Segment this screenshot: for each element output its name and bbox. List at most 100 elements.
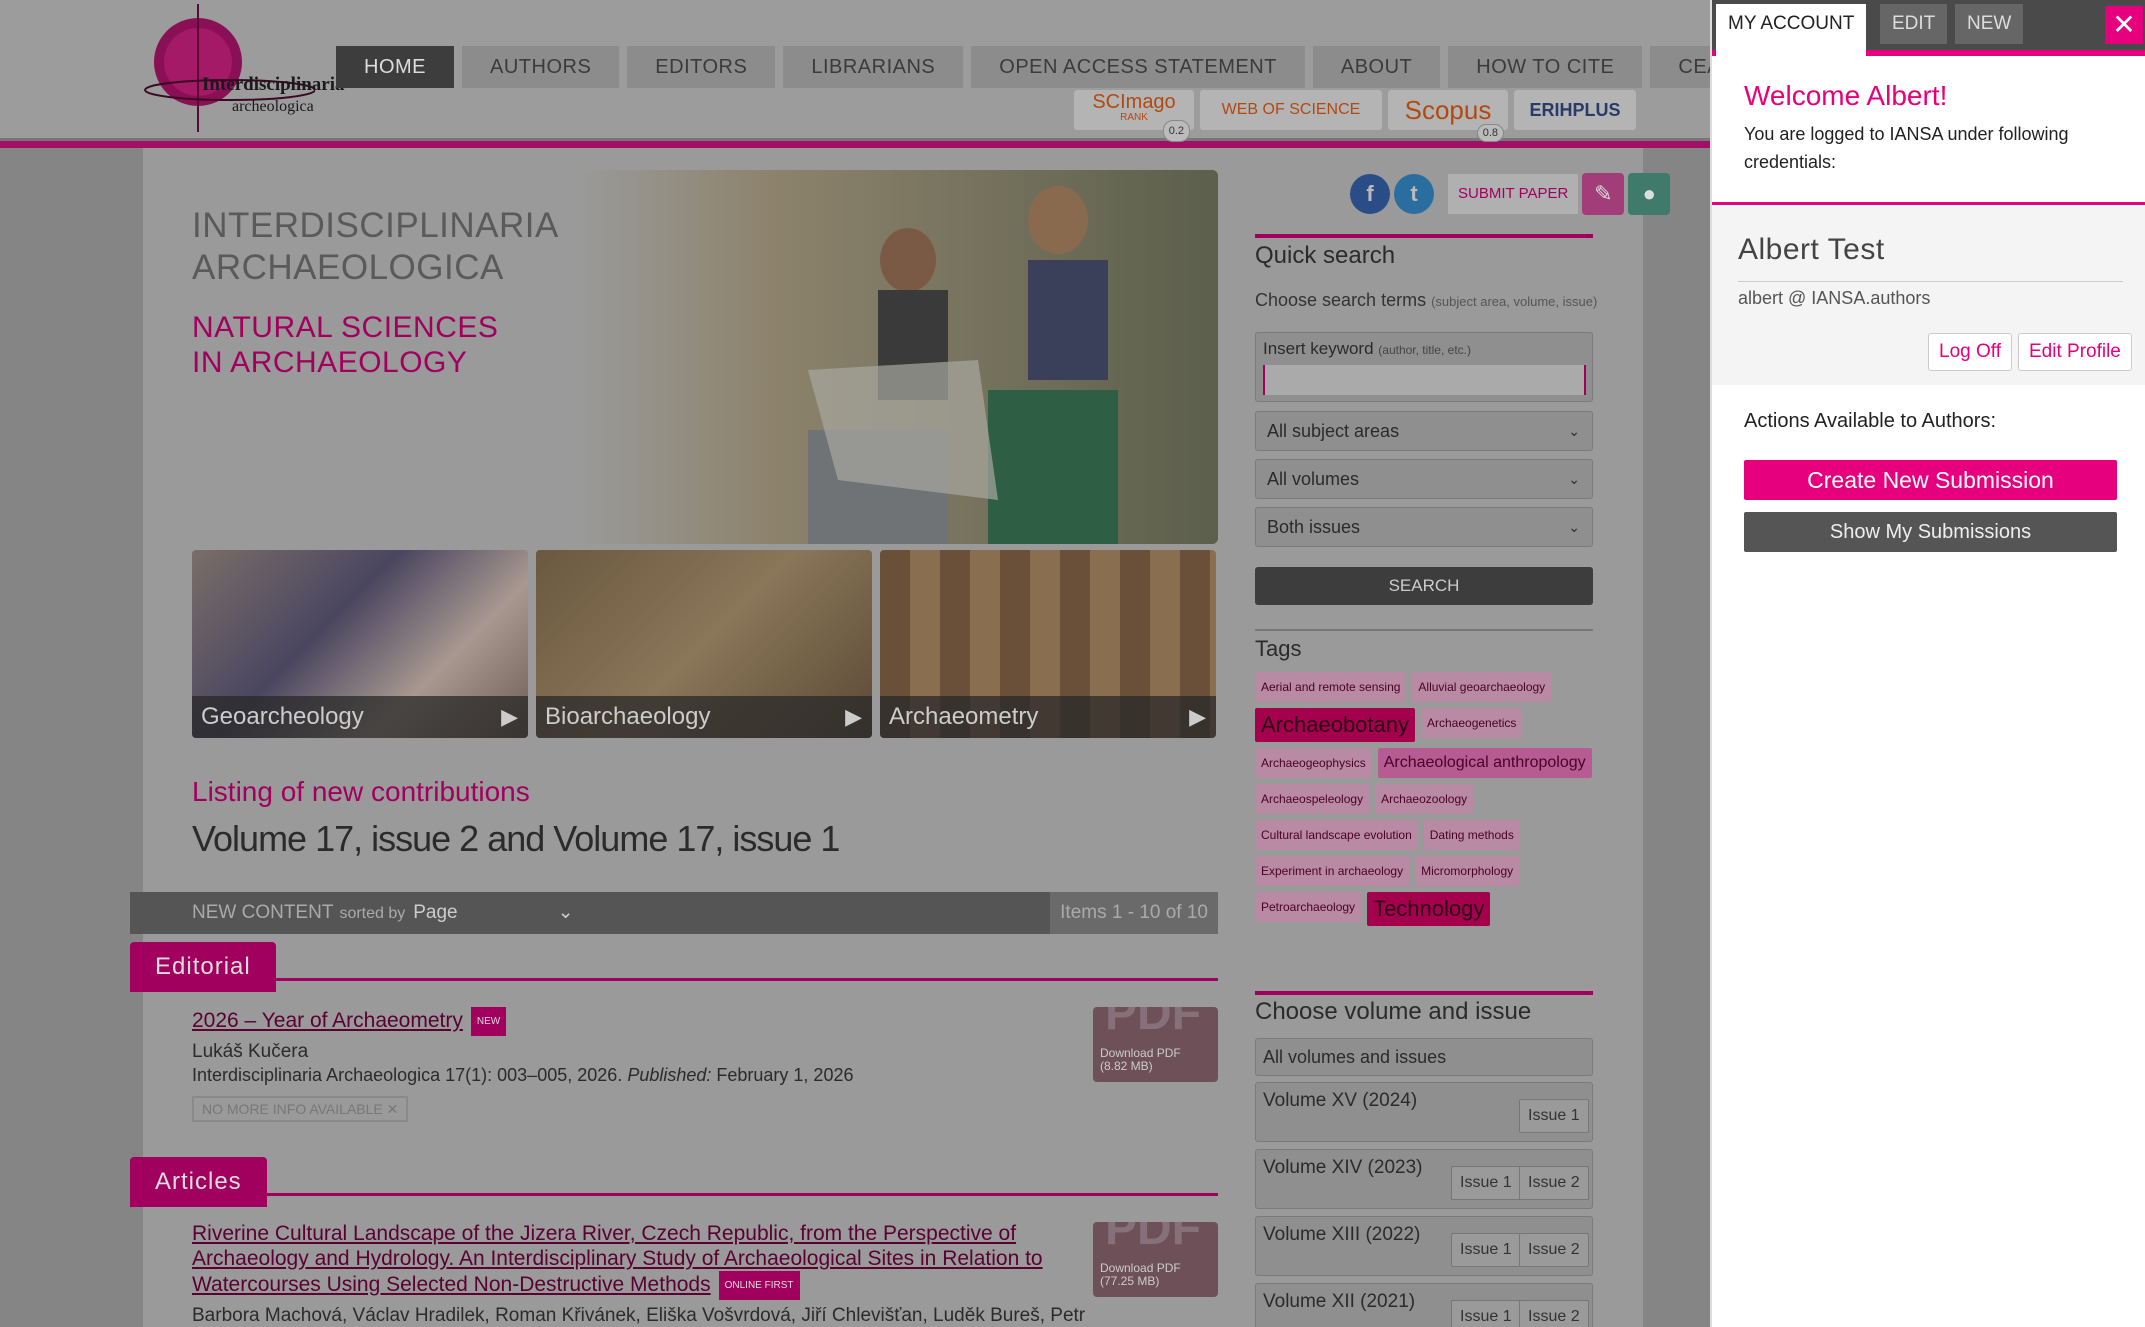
- volume-select[interactable]: All volumes ⌄: [1255, 459, 1593, 499]
- tile-caption: Archaeometry: [880, 696, 1216, 738]
- tag-link[interactable]: Archaeobotany: [1255, 708, 1415, 742]
- download-pdf-button[interactable]: PDF Download PDF (8.82 MB): [1093, 1007, 1218, 1082]
- tag-link[interactable]: Cultural landscape evolution: [1255, 820, 1418, 850]
- volume-value: All volumes: [1267, 469, 1360, 489]
- site-logo[interactable]: Interdisciplinaria archeologica: [140, 2, 345, 134]
- tag-link[interactable]: Archaeozoology: [1375, 784, 1474, 814]
- tile-caption: Bioarchaeology: [536, 696, 872, 738]
- issue-button[interactable]: Issue 2: [1519, 1233, 1589, 1267]
- issue-button[interactable]: Issue 1: [1451, 1300, 1521, 1327]
- show-submissions-button[interactable]: Show My Submissions: [1744, 512, 2117, 552]
- scimago-score: 0.2: [1162, 120, 1190, 142]
- volume-item: Volume XV (2024) Issue 1: [1255, 1082, 1593, 1142]
- user-icon[interactable]: ●: [1628, 173, 1671, 215]
- volume-name[interactable]: Volume XIV (2023): [1263, 1157, 1422, 1179]
- issue-button[interactable]: Issue 1: [1519, 1099, 1589, 1133]
- nav-about[interactable]: ABOUT: [1312, 46, 1441, 88]
- published-label: Published:: [627, 1065, 712, 1085]
- nav-home[interactable]: HOME: [336, 46, 454, 88]
- account-tabs: MY ACCOUNT EDIT NEW ✕: [1712, 0, 2145, 56]
- issue-select[interactable]: Both issues ⌄: [1255, 507, 1593, 547]
- tag-link[interactable]: Archaeogenetics: [1421, 708, 1523, 738]
- volume-rule: [1255, 991, 1593, 995]
- edit-profile-button[interactable]: Edit Profile: [2018, 333, 2132, 371]
- journal-subtitle-line2: IN ARCHAEOLOGY: [192, 346, 468, 379]
- download-pdf-button[interactable]: PDF Download PDF (77.25 MB): [1093, 1222, 1218, 1297]
- tag-link[interactable]: Micromorphology: [1415, 856, 1520, 886]
- article-title[interactable]: Riverine Cultural Landscape of the Jizer…: [192, 1221, 1072, 1300]
- issue-button[interactable]: Issue 1: [1451, 1233, 1521, 1267]
- index-badges: SCImago RANK 0.2 WEB OF SCIENCE Scopus 0…: [1074, 90, 1636, 142]
- main-nav: HOME AUTHORS EDITORS LIBRARIANS OPEN ACC…: [336, 46, 1750, 88]
- new-content-label: NEW CONTENT: [192, 902, 334, 923]
- nav-librarians[interactable]: LIBRARIANS: [783, 46, 964, 88]
- tag-link[interactable]: Petroarchaeology: [1255, 892, 1362, 922]
- article-title-line1[interactable]: Riverine Cultural Landscape of the Jizer…: [192, 1221, 1072, 1246]
- tab-new[interactable]: NEW: [1955, 4, 2024, 44]
- volume-name[interactable]: Volume XII (2021): [1263, 1291, 1415, 1313]
- issue-button[interactable]: Issue 2: [1519, 1166, 1589, 1200]
- sort-select[interactable]: Page: [413, 902, 457, 923]
- article-title-line2[interactable]: Archaeology and Hydrology. An Interdisci…: [192, 1246, 1072, 1271]
- subject-area-select[interactable]: All subject areas ⌄: [1255, 411, 1593, 451]
- journal-title-line2: ARCHAEOLOGICA: [192, 248, 504, 287]
- wos-badge[interactable]: WEB OF SCIENCE: [1200, 90, 1382, 130]
- search-terms-text: Choose search terms: [1255, 290, 1427, 310]
- volume-name[interactable]: Volume XIII (2022): [1263, 1224, 1420, 1246]
- erih-badge[interactable]: ERIHPLUS: [1514, 90, 1636, 130]
- close-icon[interactable]: ✕: [2105, 6, 2143, 44]
- issue-button[interactable]: Issue 1: [1451, 1166, 1521, 1200]
- tag-link[interactable]: Archaeogeophysics: [1255, 748, 1372, 778]
- submit-paper-button[interactable]: SUBMIT PAPER: [1448, 174, 1579, 214]
- article-title-text[interactable]: 2026 – Year of Archaeometry: [192, 1009, 463, 1032]
- tag-link[interactable]: Experiment in archaeology: [1255, 856, 1410, 886]
- keyword-input[interactable]: [1263, 365, 1586, 395]
- facebook-icon[interactable]: f: [1350, 174, 1390, 214]
- actions-heading: Actions Available to Authors:: [1744, 410, 1997, 432]
- tile-geoarcheology[interactable]: Geoarcheology ▶: [192, 550, 528, 738]
- create-submission-button[interactable]: Create New Submission: [1744, 460, 2117, 500]
- article-title-line3[interactable]: Watercourses Using Selected Non-Destruct…: [192, 1273, 711, 1296]
- tile-caption: Geoarcheology: [192, 696, 528, 738]
- pdf-icon: PDF: [1105, 1007, 1201, 1040]
- tag-link[interactable]: Technology: [1367, 892, 1491, 926]
- tab-edit[interactable]: EDIT: [1880, 4, 1948, 44]
- issue-value: Both issues: [1267, 517, 1361, 537]
- sorted-by-label: sorted by: [339, 905, 406, 922]
- keyword-label: Insert keyword (author, title, etc.): [1263, 339, 1585, 359]
- nav-open-access[interactable]: OPEN ACCESS STATEMENT: [971, 46, 1305, 88]
- subject-tiles: Geoarcheology ▶ Bioarchaeology ▶ Archaeo…: [192, 550, 1216, 738]
- feather-icon[interactable]: ✎: [1582, 173, 1625, 215]
- article-title[interactable]: 2026 – Year of Archaeometry NEW: [192, 1007, 507, 1036]
- tag-link[interactable]: Archaeospeleology: [1255, 784, 1370, 814]
- no-more-info-text: NO MORE INFO AVAILABLE: [202, 1101, 383, 1117]
- chevron-down-icon[interactable]: ⌄: [558, 902, 574, 923]
- erih-label: ERIHPLUS: [1529, 99, 1621, 120]
- tab-my-account[interactable]: MY ACCOUNT: [1716, 4, 1867, 56]
- nav-editors[interactable]: EDITORS: [627, 46, 776, 88]
- search-button[interactable]: SEARCH: [1255, 567, 1593, 605]
- tag-cloud: Aerial and remote sensing Alluvial geoarc…: [1255, 672, 1595, 926]
- volume-heading: Choose volume and issue: [1255, 998, 1532, 1025]
- nav-how-to-cite[interactable]: HOW TO CITE: [1448, 46, 1643, 88]
- scopus-badge[interactable]: Scopus 0.8: [1388, 90, 1508, 142]
- all-volumes-link[interactable]: All volumes and issues: [1255, 1038, 1593, 1076]
- tag-link[interactable]: Dating methods: [1423, 820, 1520, 850]
- online-first-badge: ONLINE FIRST: [718, 1271, 800, 1300]
- section-divider: [130, 1193, 1218, 1196]
- tile-archaeometry[interactable]: Archaeometry ▶: [880, 550, 1216, 738]
- keyword-box: Insert keyword (author, title, etc.): [1255, 332, 1593, 402]
- scopus-label: Scopus: [1404, 94, 1492, 125]
- tag-link[interactable]: Alluvial geoarchaeology: [1412, 672, 1552, 702]
- issue-button[interactable]: Issue 2: [1519, 1300, 1589, 1327]
- tag-link[interactable]: Archaeological anthropology: [1377, 748, 1592, 778]
- log-off-button[interactable]: Log Off: [1928, 333, 2012, 371]
- tile-bioarchaeology[interactable]: Bioarchaeology ▶: [536, 550, 872, 738]
- volume-name[interactable]: Volume XV (2024): [1263, 1090, 1417, 1112]
- play-icon: ▶: [501, 704, 518, 729]
- twitter-icon[interactable]: t: [1394, 174, 1434, 214]
- nav-authors[interactable]: AUTHORS: [462, 46, 620, 88]
- new-badge: NEW: [470, 1007, 507, 1036]
- scimago-badge[interactable]: SCImago RANK 0.2: [1074, 90, 1194, 142]
- tag-link[interactable]: Aerial and remote sensing: [1255, 672, 1407, 702]
